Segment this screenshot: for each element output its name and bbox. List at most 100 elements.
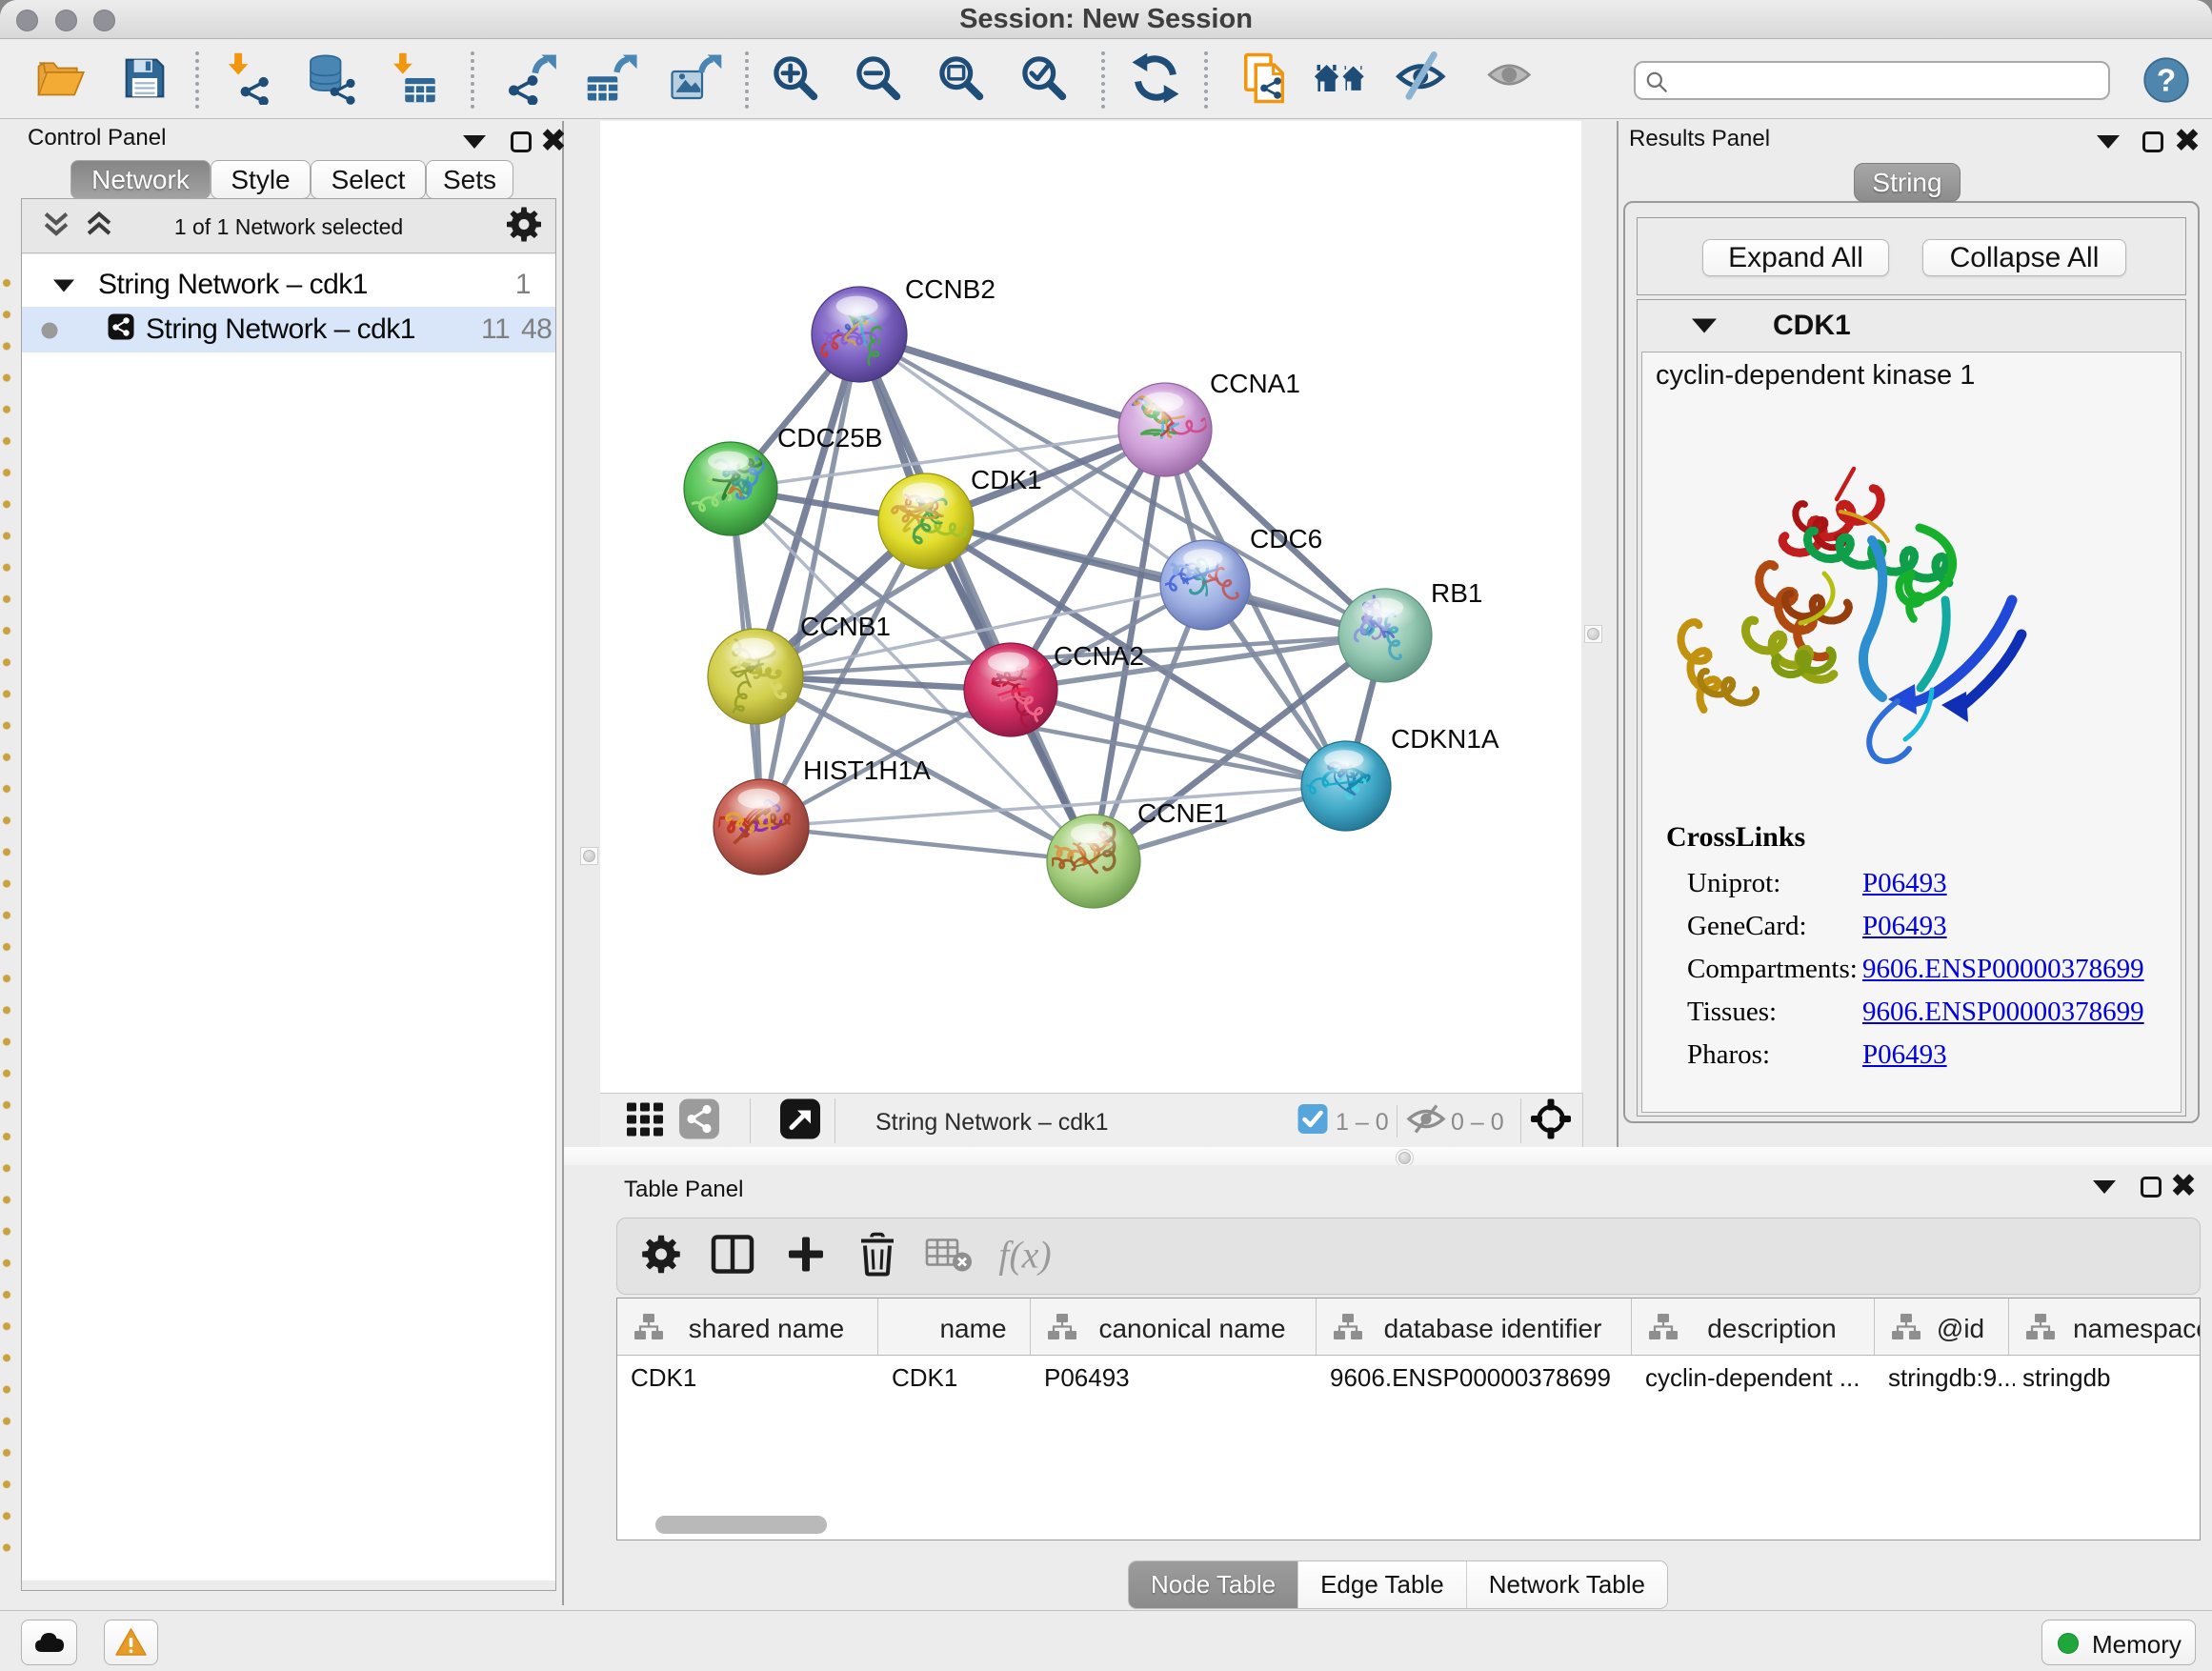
- first-neighbors-icon[interactable]: [1314, 51, 1367, 105]
- tab-edge-table[interactable]: Edge Table: [1298, 1561, 1467, 1608]
- hide-selected-icon[interactable]: [1396, 51, 1449, 105]
- show-columns-icon[interactable]: [710, 1234, 755, 1280]
- network-share-icon[interactable]: [679, 1099, 719, 1144]
- table-panel-close-icon[interactable]: ✖: [2170, 1176, 2198, 1197]
- export-image-icon[interactable]: [669, 51, 722, 105]
- left-splitter[interactable]: [564, 121, 600, 1148]
- bottom-splitter[interactable]: [564, 1147, 2212, 1165]
- network-row[interactable]: String Network – cdk1 11 48: [22, 307, 555, 352]
- warnings-button[interactable]: [104, 1620, 158, 1665]
- delete-table-icon[interactable]: [925, 1237, 973, 1278]
- zoom-selected-icon[interactable]: [1017, 51, 1071, 105]
- results-panel-float-icon[interactable]: [2142, 131, 2163, 152]
- cell-description[interactable]: cyclin-dependent ...: [1645, 1363, 1880, 1393]
- right-splitter-knob[interactable]: [1584, 625, 1602, 643]
- column-header-description[interactable]: description: [1632, 1299, 1875, 1356]
- node-CDKN1A[interactable]: [1301, 741, 1391, 831]
- gene-collapse-icon[interactable]: [1692, 319, 1717, 333]
- cloud-button[interactable]: [21, 1620, 77, 1665]
- export-table-icon[interactable]: [586, 51, 639, 105]
- cell-database-identifier[interactable]: 9606.ENSP00000378699: [1330, 1363, 1638, 1393]
- grid-view-icon[interactable]: [625, 1099, 665, 1144]
- zoom-fit-icon[interactable]: [935, 51, 988, 105]
- column-header-namespace[interactable]: namespace: [2009, 1299, 2201, 1356]
- column-header-database-identifier[interactable]: database identifier: [1317, 1299, 1632, 1356]
- zoom-in-icon[interactable]: [769, 51, 822, 105]
- table-panel-menu-icon[interactable]: [2093, 1180, 2116, 1194]
- delete-column-trash-icon[interactable]: [857, 1233, 897, 1281]
- left-splitter-knob[interactable]: [580, 847, 598, 865]
- edge-CCNB2-HIST1H1A[interactable]: [761, 334, 859, 827]
- crosslink-value[interactable]: P06493: [1862, 1039, 1947, 1071]
- node-CCNE1[interactable]: [1038, 815, 1141, 908]
- zoom-out-icon[interactable]: [852, 51, 905, 105]
- node-CDK1[interactable]: [878, 473, 974, 569]
- control-panel-close-icon[interactable]: ✖: [540, 131, 568, 151]
- column-header-@id[interactable]: @id: [1875, 1299, 2009, 1356]
- cell-canonical-name[interactable]: P06493: [1044, 1363, 1322, 1393]
- gene-section-header[interactable]: CDK1: [1638, 300, 2185, 351]
- tab-network[interactable]: Network: [70, 160, 211, 199]
- crosslink-value[interactable]: P06493: [1862, 868, 1947, 899]
- memory-button[interactable]: Memory: [2041, 1620, 2196, 1665]
- column-header-canonical-name[interactable]: canonical name: [1031, 1299, 1317, 1356]
- birds-eye-view-icon[interactable]: [780, 1099, 820, 1144]
- search-input[interactable]: [1676, 65, 2095, 96]
- table-row[interactable]: CDK1 CDK1 P06493 9606.ENSP00000378699cyclin…: [617, 1356, 2200, 1399]
- refresh-layout-icon[interactable]: [1129, 51, 1182, 105]
- node-RB1[interactable]: [1338, 589, 1432, 682]
- import-network-icon[interactable]: [221, 51, 274, 105]
- toolbar-separator: [1204, 51, 1208, 109]
- export-network-icon[interactable]: [506, 51, 559, 105]
- collapse-all-button[interactable]: Collapse All: [1922, 239, 2126, 276]
- node-CCNA2[interactable]: [964, 643, 1057, 736]
- import-database-icon[interactable]: [304, 51, 357, 105]
- node-label-CDK1: CDK1: [971, 465, 1042, 494]
- expand-all-button[interactable]: Expand All: [1702, 239, 1889, 276]
- selected-checkbox-icon[interactable]: [1298, 1104, 1328, 1138]
- function-builder-icon[interactable]: f(x): [998, 1233, 1052, 1278]
- network-options-gear-icon[interactable]: [505, 206, 543, 249]
- node-CDC6[interactable]: [1154, 540, 1251, 630]
- column-header-name[interactable]: name: [878, 1299, 1031, 1356]
- node-label-CCNB1: CCNB1: [800, 612, 891, 641]
- string-results-tab[interactable]: String: [1854, 163, 1961, 202]
- tab-network-table[interactable]: Network Table: [1467, 1561, 1667, 1608]
- clone-network-icon[interactable]: [1237, 51, 1291, 105]
- cell-namespace[interactable]: stringdb: [2022, 1363, 2201, 1393]
- control-panel-menu-icon[interactable]: [463, 135, 486, 149]
- show-all-icon[interactable]: [1484, 51, 1538, 105]
- save-session-icon[interactable]: [118, 51, 171, 105]
- results-panel-close-icon[interactable]: ✖: [2174, 131, 2202, 151]
- results-panel-menu-icon[interactable]: [2097, 135, 2120, 149]
- crosslink-value[interactable]: 9606.ENSP00000378699: [1862, 954, 2144, 985]
- tab-sets[interactable]: Sets: [426, 160, 513, 199]
- table-panel-float-icon[interactable]: [2141, 1177, 2162, 1198]
- tab-select[interactable]: Select: [311, 160, 426, 199]
- node-CCNA1[interactable]: [1118, 383, 1212, 476]
- network-collection-row[interactable]: String Network – cdk1 1: [22, 265, 555, 307]
- node-CDC25B[interactable]: [684, 442, 777, 535]
- column-header-shared-name[interactable]: shared name: [617, 1299, 878, 1356]
- tab-node-table[interactable]: Node Table: [1129, 1561, 1298, 1608]
- crosshair-icon[interactable]: [1530, 1098, 1572, 1145]
- cell-name[interactable]: CDK1: [892, 1363, 1036, 1393]
- import-table-icon[interactable]: [387, 51, 440, 105]
- control-panel-float-icon[interactable]: [511, 131, 532, 152]
- table-settings-gear-icon[interactable]: [640, 1234, 682, 1280]
- node-CCNB2[interactable]: [812, 287, 907, 382]
- help-icon[interactable]: ?: [2140, 53, 2193, 107]
- add-column-icon[interactable]: [785, 1234, 827, 1280]
- node-CCNB1[interactable]: [708, 629, 803, 724]
- node-HIST1H1A[interactable]: [708, 779, 809, 875]
- table-horizontal-scrollbar[interactable]: [655, 1516, 827, 1534]
- cell-@id[interactable]: stringdb:9...: [1888, 1363, 2015, 1393]
- network-canvas[interactable]: CCNB2CCNA1CDC25BCDK1CDC6RB1CCNB1CCNA2CDK…: [600, 121, 1581, 1093]
- right-splitter[interactable]: [1581, 121, 1617, 1148]
- crosslink-value[interactable]: P06493: [1862, 911, 1947, 942]
- tab-style[interactable]: Style: [211, 160, 311, 199]
- search-box[interactable]: [1634, 61, 2110, 100]
- crosslink-value[interactable]: 9606.ENSP00000378699: [1862, 997, 2144, 1028]
- cell-shared-name[interactable]: CDK1: [631, 1363, 884, 1393]
- open-file-icon[interactable]: [35, 51, 89, 105]
